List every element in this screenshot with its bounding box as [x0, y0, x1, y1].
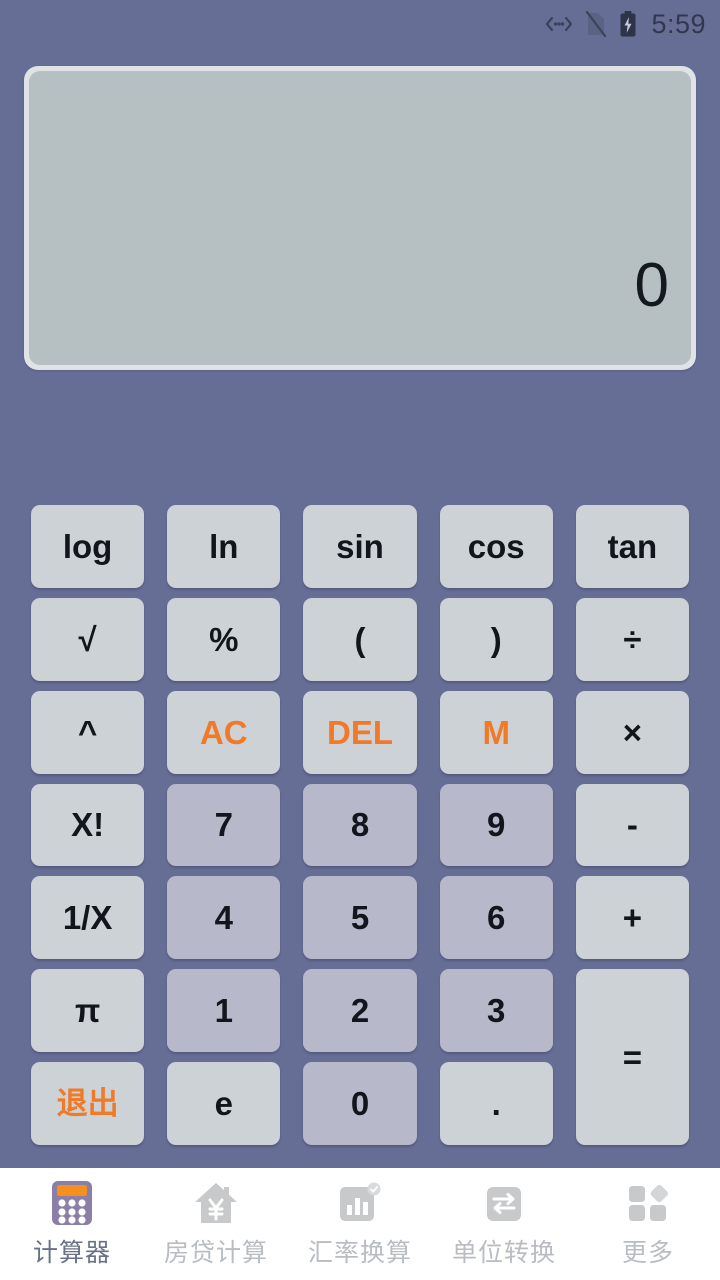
key-AC[interactable]: AC: [167, 690, 281, 774]
key-=[interactable]: =: [575, 969, 689, 1145]
key-sin[interactable]: sin: [303, 505, 417, 588]
nav-item-label: 房贷计算: [163, 1238, 268, 1267]
key-4[interactable]: 4: [167, 876, 281, 960]
key-退出[interactable]: 退出: [31, 1062, 145, 1145]
nav-item-1[interactable]: 计算器: [0, 1168, 144, 1280]
status-time: 5:59: [651, 8, 706, 39]
key-X![interactable]: X!: [31, 783, 145, 867]
status-bar: 5:59: [0, 0, 720, 48]
key--[interactable]: -: [575, 783, 689, 867]
key-7[interactable]: 7: [167, 783, 281, 867]
key-3[interactable]: 3: [439, 969, 553, 1053]
key-+[interactable]: +: [575, 876, 689, 960]
key-5[interactable]: 5: [303, 876, 417, 960]
nav-item-4[interactable]: 单位转换: [432, 1168, 576, 1280]
swap-arrows-icon: [481, 1180, 527, 1226]
nav-item-label: 计算器: [32, 1238, 111, 1267]
no-sim-icon: [585, 10, 607, 38]
house-yen-icon: [193, 1180, 239, 1226]
key-^[interactable]: ^: [31, 690, 145, 774]
nav-item-3[interactable]: 汇率换算: [288, 1168, 432, 1280]
key-ln[interactable]: ln: [167, 505, 281, 588]
key-6[interactable]: 6: [439, 876, 553, 960]
battery-charging-icon: [619, 10, 637, 38]
key-9[interactable]: 9: [439, 783, 553, 867]
key-2[interactable]: 2: [303, 969, 417, 1053]
key-×[interactable]: ×: [575, 690, 689, 774]
key-.[interactable]: .: [439, 1062, 553, 1145]
grid-more-icon: [625, 1180, 671, 1226]
nav-item-2[interactable]: 房贷计算: [144, 1168, 288, 1280]
key-log[interactable]: log: [31, 505, 145, 588]
bar-chart-icon: [337, 1180, 383, 1226]
key-π[interactable]: π: [31, 969, 145, 1053]
key-1[interactable]: 1: [167, 969, 281, 1053]
key-√[interactable]: √: [31, 597, 145, 681]
nav-item-label: 汇率换算: [307, 1238, 412, 1267]
keypad: log ln sin cos tan √% () ÷ ^ AC DEL M × X! 7 8 9- 1/X 4 5 6 +…: [0, 505, 720, 1145]
bottom-navigation: 计算器 房贷计算 汇率换算 单位转换 更多: [0, 1168, 720, 1280]
key-tan[interactable]: tan: [575, 505, 689, 588]
usb-debugging-icon: [545, 14, 573, 34]
key-M[interactable]: M: [439, 690, 553, 774]
nav-item-label: 更多: [621, 1238, 674, 1267]
key-e[interactable]: e: [167, 1062, 281, 1145]
nav-item-5[interactable]: 更多: [576, 1168, 720, 1280]
calculator-display[interactable]: 0: [29, 71, 691, 365]
key-%[interactable]: %: [167, 597, 281, 681]
key-DEL[interactable]: DEL: [303, 690, 417, 774]
key-÷[interactable]: ÷: [575, 597, 689, 681]
calculator-display-frame: 0: [24, 66, 696, 370]
nav-item-label: 单位转换: [451, 1238, 556, 1267]
display-value: 0: [634, 251, 669, 320]
key-8[interactable]: 8: [303, 783, 417, 867]
key-)[interactable]: ): [439, 597, 553, 681]
key-0[interactable]: 0: [303, 1062, 417, 1145]
calculator-icon: [51, 1180, 93, 1226]
key-1/X[interactable]: 1/X: [31, 876, 145, 960]
key-([interactable]: (: [303, 597, 417, 681]
key-cos[interactable]: cos: [439, 505, 553, 588]
